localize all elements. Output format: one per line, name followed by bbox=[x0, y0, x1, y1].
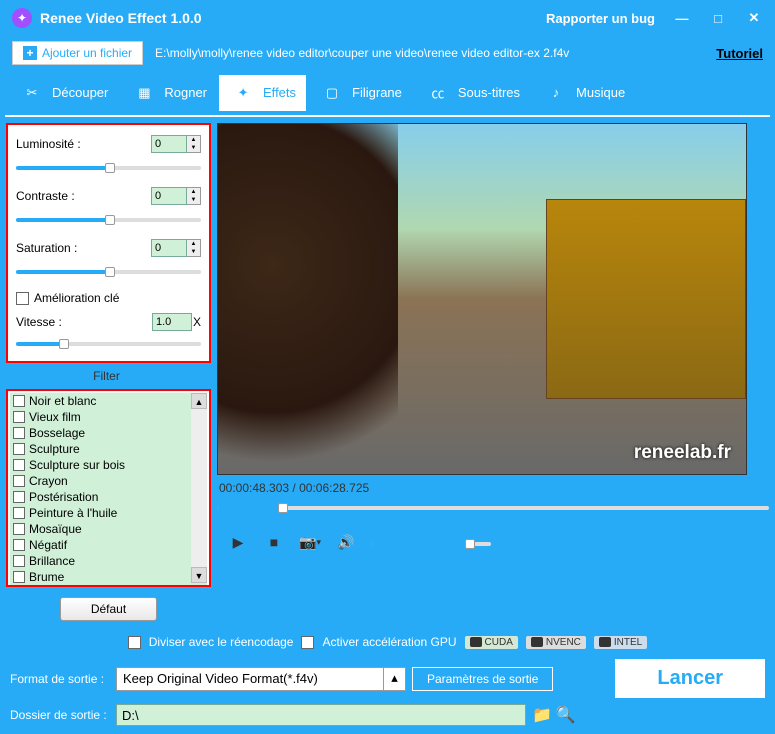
fx-item[interactable]: Noir et blanc bbox=[10, 393, 207, 409]
search-icon[interactable]: 🔍 bbox=[556, 705, 576, 725]
fx-item[interactable]: Peinture à l'huile bbox=[10, 505, 207, 521]
contrast-label: Contraste : bbox=[16, 189, 86, 203]
volume-slider[interactable] bbox=[371, 537, 491, 547]
effects-list-panel: Noir et blanc Vieux film Bosselage Sculp… bbox=[6, 389, 211, 587]
maximize-button[interactable]: □ bbox=[709, 11, 727, 26]
chevron-up-icon[interactable]: ▴ bbox=[383, 667, 405, 691]
timecode: 00:00:48.303 / 00:06:28.725 bbox=[219, 481, 767, 495]
fx-checkbox[interactable] bbox=[13, 539, 25, 551]
scissors-icon: ✂ bbox=[18, 81, 46, 105]
fx-item[interactable]: Brillance bbox=[10, 553, 207, 569]
fx-checkbox[interactable] bbox=[13, 443, 25, 455]
fx-checkbox[interactable] bbox=[13, 459, 25, 471]
output-params-button[interactable]: Paramètres de sortie bbox=[412, 667, 553, 691]
subtitle-icon: ㏄ bbox=[424, 81, 452, 105]
adjustments-panel: Luminosité : ▲▼ Contraste : ▲▼ Saturatio… bbox=[6, 123, 211, 363]
subtab-effects[interactable]: Effets spéciaux bbox=[6, 369, 87, 383]
key-enhance-checkbox[interactable] bbox=[16, 292, 29, 305]
play-button[interactable]: ▶ bbox=[227, 531, 249, 553]
split-checkbox[interactable] bbox=[128, 636, 141, 649]
fx-item[interactable]: Mosaïque bbox=[10, 521, 207, 537]
speed-input[interactable] bbox=[152, 313, 192, 331]
minimize-button[interactable]: — bbox=[673, 11, 691, 26]
fx-checkbox[interactable] bbox=[13, 507, 25, 519]
app-title: Renee Video Effect 1.0.0 bbox=[40, 10, 202, 26]
fx-item[interactable]: Brume bbox=[10, 569, 207, 585]
fx-checkbox[interactable] bbox=[13, 411, 25, 423]
wand-icon: ✦ bbox=[229, 81, 257, 105]
fx-checkbox[interactable] bbox=[13, 475, 25, 487]
report-bug-link[interactable]: Rapporter un bug bbox=[546, 11, 655, 26]
contrast-stepper[interactable]: ▲▼ bbox=[187, 187, 201, 205]
stop-button[interactable]: ■ bbox=[263, 531, 285, 553]
subtab-filter[interactable]: Filter bbox=[93, 369, 120, 383]
gpu-label: Activer accélération GPU bbox=[322, 635, 456, 649]
saturation-label: Saturation : bbox=[16, 241, 86, 255]
split-label: Diviser avec le réencodage bbox=[149, 635, 294, 649]
folder-label: Dossier de sortie : bbox=[10, 708, 110, 722]
contrast-input[interactable] bbox=[151, 187, 187, 205]
speed-label: Vitesse : bbox=[16, 315, 62, 329]
add-file-button[interactable]: Ajouter un fichier bbox=[12, 41, 143, 65]
saturation-stepper[interactable]: ▲▼ bbox=[187, 239, 201, 257]
fx-checkbox[interactable] bbox=[13, 571, 25, 583]
fx-item[interactable]: Postérisation bbox=[10, 489, 207, 505]
music-icon: ♪ bbox=[542, 81, 570, 105]
video-preview[interactable]: reneelab.fr bbox=[217, 123, 747, 475]
speed-unit: X bbox=[193, 315, 201, 329]
snapshot-button[interactable]: 📷▾ bbox=[299, 531, 321, 553]
fx-item[interactable]: Crayon bbox=[10, 473, 207, 489]
fx-item[interactable]: Bosselage bbox=[10, 425, 207, 441]
fx-checkbox[interactable] bbox=[13, 491, 25, 503]
close-button[interactable]: ✕ bbox=[745, 10, 763, 26]
launch-button[interactable]: Lancer bbox=[615, 659, 765, 698]
tab-subtitles[interactable]: ㏄Sous-titres bbox=[414, 75, 530, 111]
tab-cut[interactable]: ✂Découper bbox=[8, 75, 118, 111]
fx-checkbox[interactable] bbox=[13, 395, 25, 407]
fx-item[interactable]: Sculpture bbox=[10, 441, 207, 457]
watermark-icon: ▢ bbox=[318, 81, 346, 105]
format-select[interactable]: Keep Original Video Format(*.f4v)▴ bbox=[116, 667, 406, 691]
preview-watermark: reneelab.fr bbox=[634, 442, 731, 464]
contrast-slider[interactable] bbox=[16, 213, 201, 227]
brightness-stepper[interactable]: ▲▼ bbox=[187, 135, 201, 153]
folder-icon[interactable]: 📁 bbox=[532, 705, 552, 725]
crop-icon: ▦ bbox=[130, 81, 158, 105]
brightness-slider[interactable] bbox=[16, 161, 201, 175]
cuda-badge: CUDA bbox=[465, 636, 518, 649]
brightness-label: Luminosité : bbox=[16, 137, 86, 151]
scroll-down-icon[interactable]: ▼ bbox=[191, 567, 207, 583]
fx-checkbox[interactable] bbox=[13, 555, 25, 567]
fx-item[interactable]: Sculpture sur bois bbox=[10, 457, 207, 473]
tab-effects[interactable]: ✦Effets bbox=[219, 75, 306, 111]
file-path: E:\molly\molly\renee video editor\couper… bbox=[155, 46, 569, 60]
fx-checkbox[interactable] bbox=[13, 523, 25, 535]
saturation-slider[interactable] bbox=[16, 265, 201, 279]
default-button[interactable]: Défaut bbox=[60, 597, 157, 621]
tutorial-link[interactable]: Tutoriel bbox=[716, 46, 763, 61]
tab-crop[interactable]: ▦Rogner bbox=[120, 75, 217, 111]
gpu-checkbox[interactable] bbox=[301, 636, 314, 649]
tab-watermark[interactable]: ▢Filigrane bbox=[308, 75, 412, 111]
fx-item[interactable]: Négatif bbox=[10, 537, 207, 553]
timeline-slider[interactable] bbox=[217, 501, 769, 515]
volume-button[interactable]: 🔊 bbox=[335, 531, 357, 553]
scroll-up-icon[interactable]: ▲ bbox=[191, 393, 207, 409]
fx-item[interactable]: Vieux film bbox=[10, 409, 207, 425]
nvenc-badge: NVENC bbox=[526, 636, 586, 649]
app-logo: ✦ bbox=[12, 8, 32, 28]
output-folder-input[interactable] bbox=[116, 704, 526, 726]
brightness-input[interactable] bbox=[151, 135, 187, 153]
speed-slider[interactable] bbox=[16, 337, 201, 351]
saturation-input[interactable] bbox=[151, 239, 187, 257]
tab-music[interactable]: ♪Musique bbox=[532, 75, 635, 111]
fx-checkbox[interactable] bbox=[13, 427, 25, 439]
format-label: Format de sortie : bbox=[10, 672, 110, 686]
fx-scrollbar[interactable]: ▲▼ bbox=[191, 393, 207, 583]
intel-badge: INTEL bbox=[594, 636, 647, 649]
key-enhance-label: Amélioration clé bbox=[34, 291, 119, 305]
